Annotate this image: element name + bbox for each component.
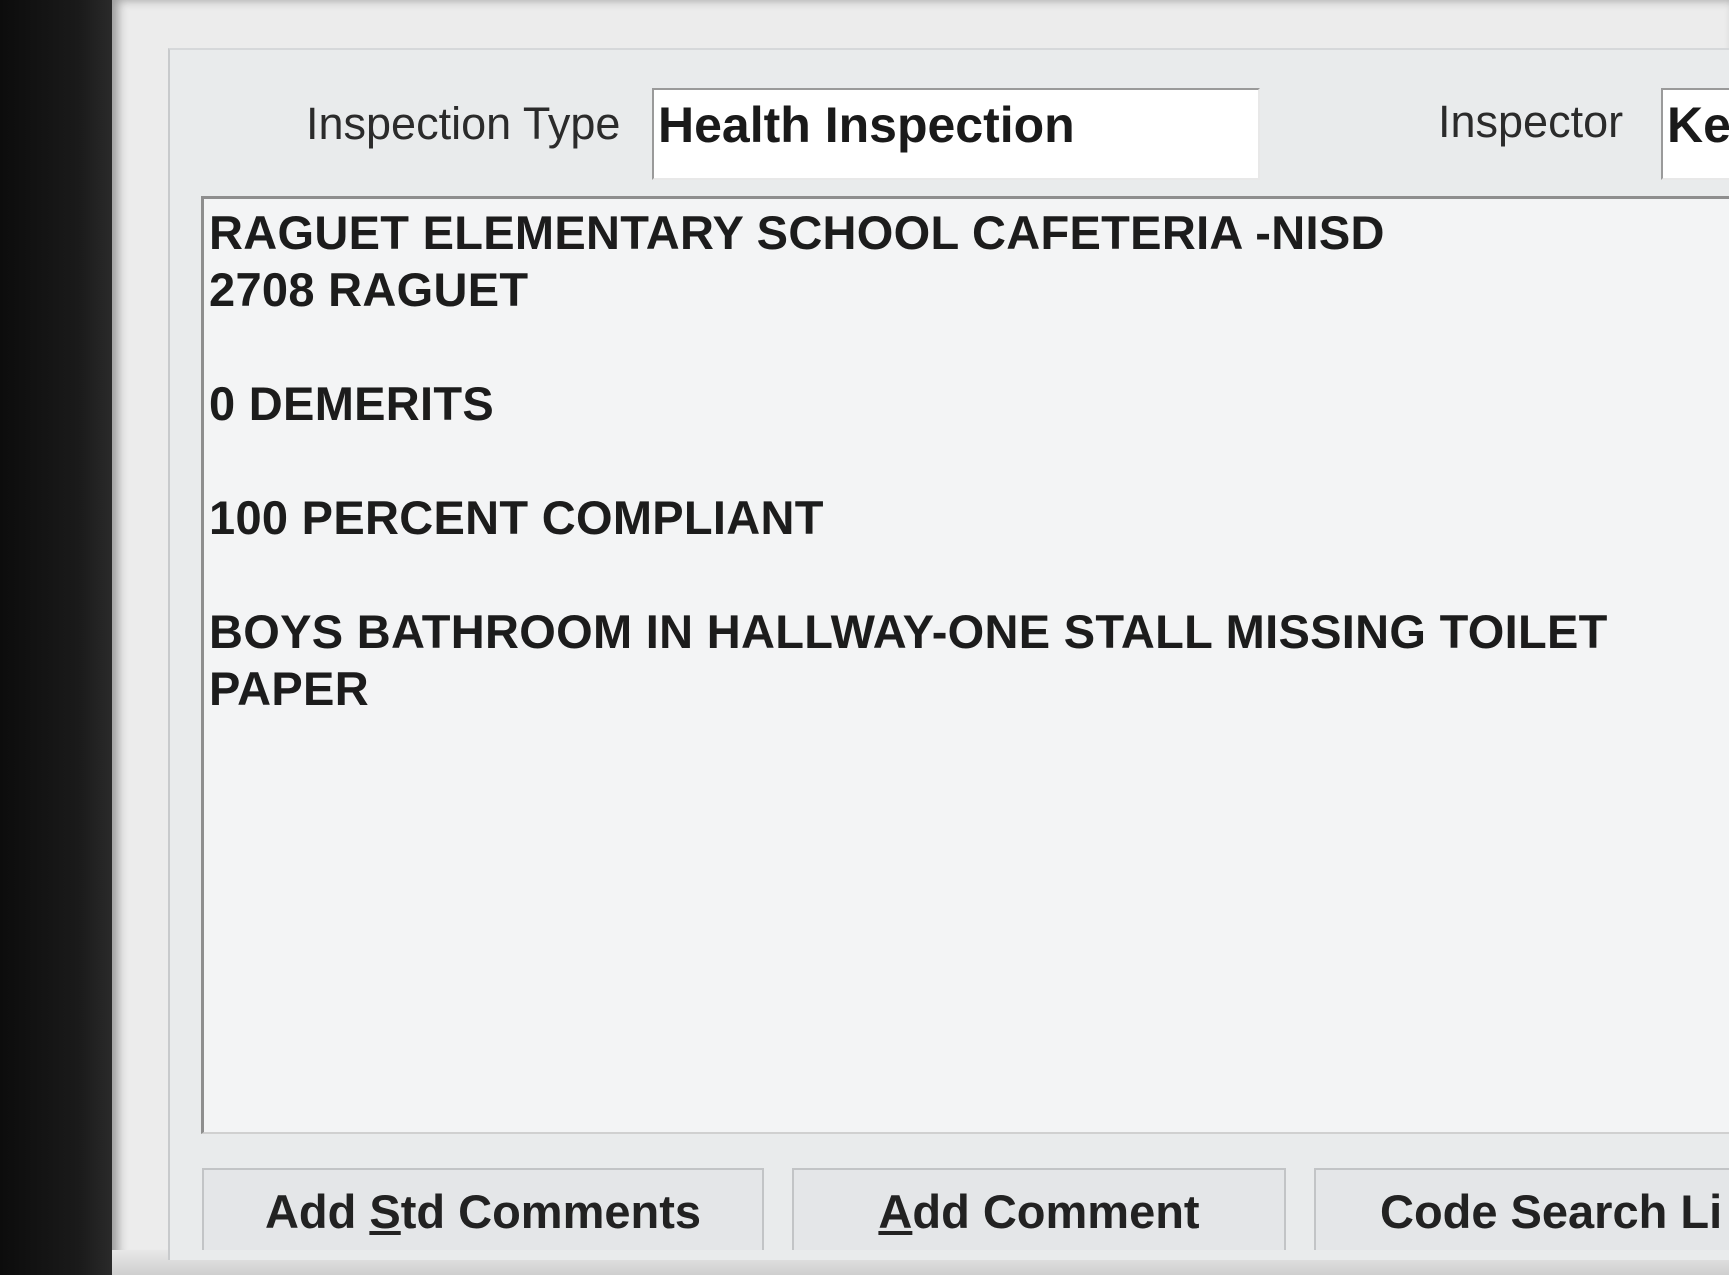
comment-line: PAPER — [209, 662, 369, 715]
add-std-comments-button[interactable]: Add Std Comments — [202, 1168, 764, 1250]
inspection-type-label: Inspection Type — [306, 98, 621, 149]
comments-textarea[interactable]: RAGUET ELEMENTARY SCHOOL CAFETERIA -NISD… — [201, 196, 1729, 1134]
comment-line: 2708 RAGUET — [209, 263, 529, 316]
comment-line: 0 DEMERITS — [209, 377, 495, 430]
add-comment-label-suffix: dd Comment — [912, 1185, 1200, 1238]
add-comment-button[interactable]: Add Comment — [792, 1168, 1286, 1250]
inspector-field[interactable]: Ke — [1661, 88, 1729, 180]
code-search-label: Code Search Li — [1380, 1185, 1723, 1238]
add-std-comments-label-suffix: td Comments — [400, 1185, 702, 1238]
add-std-comments-label-prefix: Add — [264, 1185, 370, 1238]
comment-line: 100 PERCENT COMPLIANT — [209, 491, 824, 544]
code-search-button[interactable]: Code Search Li — [1314, 1168, 1729, 1250]
add-comment-mnemonic: A — [878, 1185, 913, 1238]
inspection-type-field[interactable]: Health Inspection — [652, 88, 1260, 180]
add-std-comments-mnemonic: S — [369, 1185, 401, 1238]
comment-line: RAGUET ELEMENTARY SCHOOL CAFETERIA -NISD — [209, 206, 1385, 259]
comment-line: BOYS BATHROOM IN HALLWAY-ONE STALL MISSI… — [209, 605, 1608, 658]
scanner-edge — [0, 0, 112, 1275]
inspector-label: Inspector — [1438, 96, 1624, 147]
